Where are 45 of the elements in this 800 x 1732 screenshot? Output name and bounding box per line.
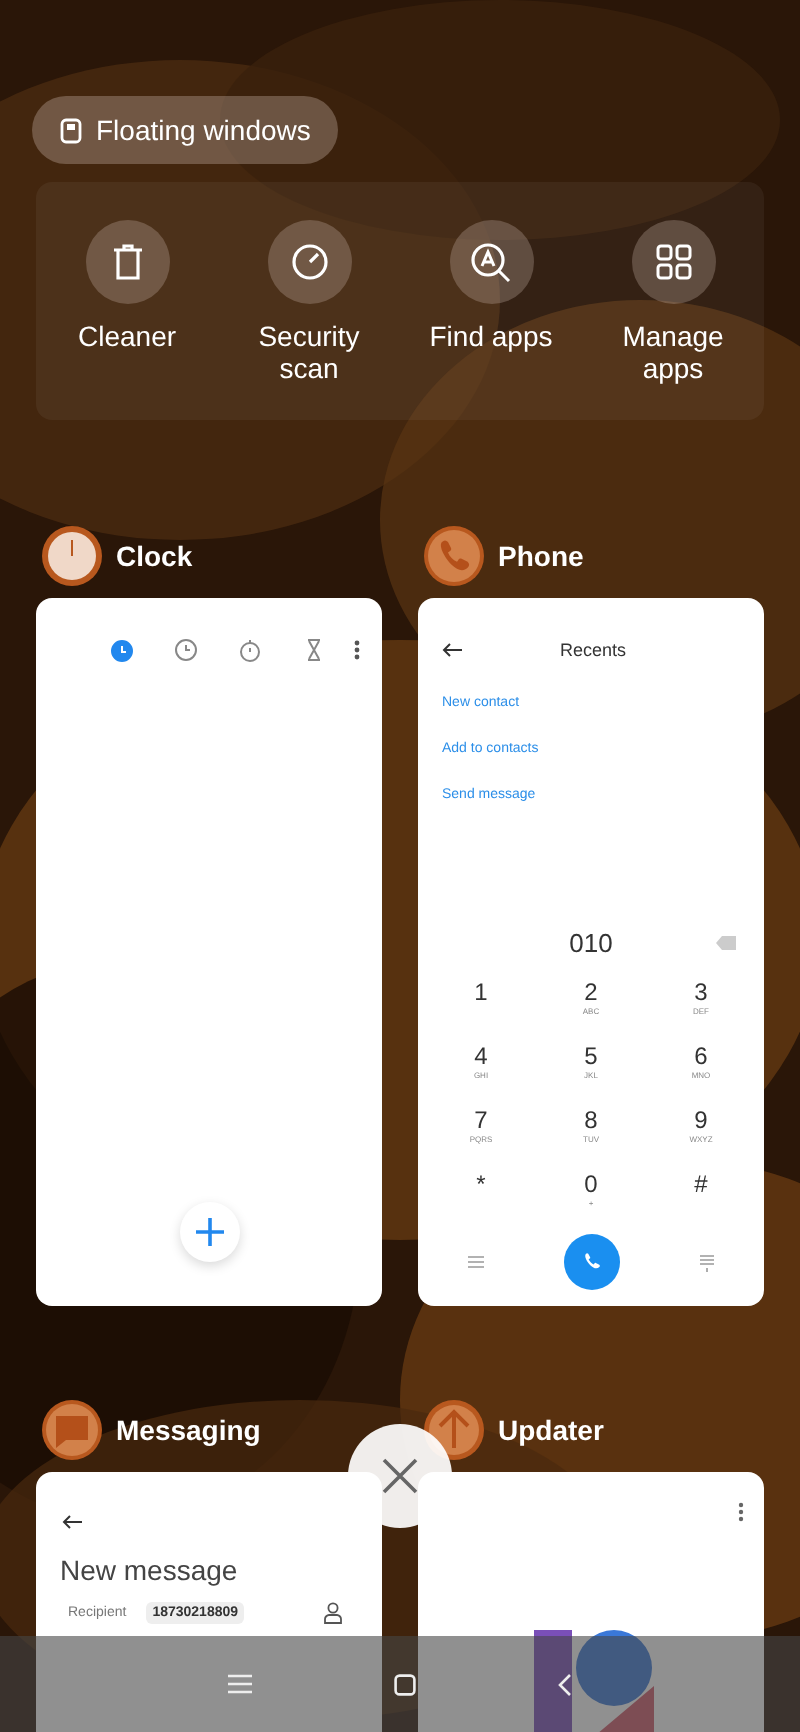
action-label: Cleaner [75, 320, 179, 352]
floating-windows-button[interactable]: Floating windows [32, 96, 339, 164]
app-name: Phone [498, 540, 584, 572]
search-icon [470, 241, 512, 283]
gauge-icon [289, 242, 329, 282]
plus-icon [195, 1218, 223, 1246]
action-label: Manage apps [620, 320, 726, 384]
phone-icon [580, 1250, 604, 1274]
action-label: Security scan [256, 320, 362, 384]
action-label: Find apps [427, 320, 555, 352]
more-icon[interactable] [738, 1502, 744, 1522]
timer-tab[interactable] [302, 638, 326, 662]
close-icon [382, 1458, 418, 1494]
person-icon[interactable] [324, 1602, 343, 1624]
app-preview-card[interactable] [418, 1472, 764, 1732]
dial-key[interactable]: 1 [426, 974, 536, 1038]
add-button[interactable] [179, 1202, 239, 1262]
manage-apps-button[interactable] [631, 220, 715, 304]
call-button[interactable] [564, 1234, 620, 1290]
dialed-number: 010 [569, 928, 613, 958]
app-name: Clock [116, 540, 193, 572]
app-name: Messaging [116, 1414, 261, 1446]
logo-icon [534, 1630, 654, 1732]
back-icon[interactable] [558, 1673, 572, 1695]
find-apps-button[interactable] [449, 220, 533, 304]
screen-title: Recents [560, 640, 627, 660]
clock-icon[interactable] [40, 524, 104, 588]
app-name: Updater [498, 1414, 604, 1446]
scan-button[interactable] [267, 220, 351, 304]
screen-title: New message [60, 1554, 240, 1586]
dial-key[interactable]: * [426, 1166, 536, 1230]
cleaner-button[interactable] [85, 220, 169, 304]
grid-icon [655, 244, 691, 280]
back-arrow-icon[interactable] [442, 642, 462, 658]
chat-icon[interactable] [40, 1398, 104, 1462]
more-icon[interactable] [354, 640, 360, 660]
home-icon[interactable] [394, 1673, 416, 1695]
stopwatch-tab[interactable] [238, 638, 262, 662]
trash-icon [111, 244, 143, 280]
back-arrow-icon[interactable] [62, 1514, 82, 1530]
dial-key[interactable]: # [646, 1166, 756, 1230]
clock-tab[interactable] [174, 638, 198, 662]
alarm-tab[interactable] [110, 638, 134, 662]
window-icon [60, 117, 82, 143]
phone-icon[interactable] [422, 524, 486, 588]
